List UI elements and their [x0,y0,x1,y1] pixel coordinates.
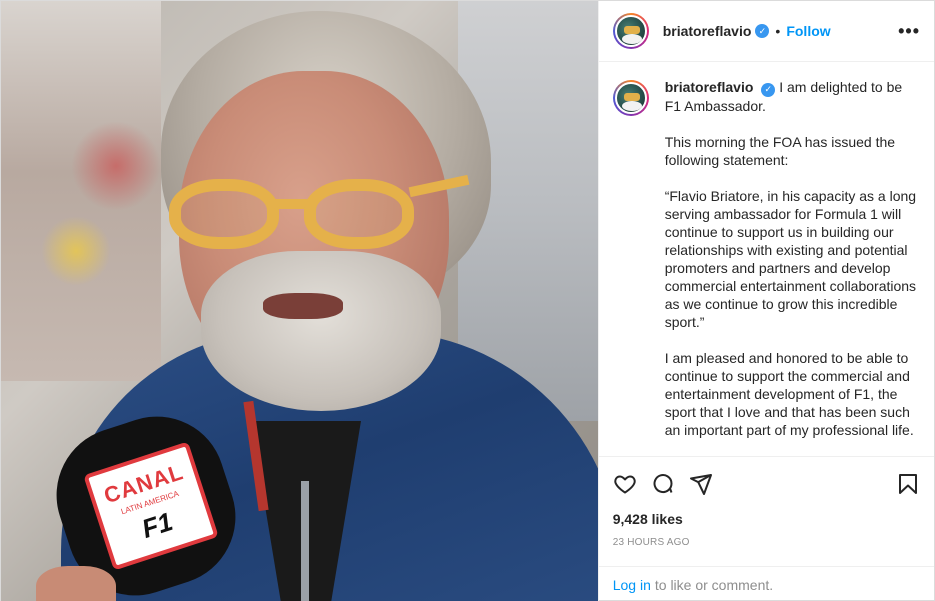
post-header: briatoreflavio ✓ • Follow ••• [598,1,934,62]
heart-icon[interactable] [613,472,637,496]
post-actions: 9,428 likes 23 HOURS AGO [598,456,934,548]
post-side-panel: briatoreflavio ✓ • Follow ••• briatorefl… [597,1,934,601]
login-prompt: Log in to like or comment. [598,566,934,601]
avatar-image [614,82,647,114]
header-avatar[interactable] [612,13,649,49]
photo-glasses [169,171,470,251]
caption-avatar[interactable] [612,80,649,116]
post-photo[interactable]: CANAL LATIN AMERICA F1 [1,1,598,601]
header-username[interactable]: briatoreflavio [663,23,752,39]
share-icon[interactable] [689,472,713,496]
avatar-image [614,15,647,47]
photo-mouth [263,293,343,319]
caption-text: briatoreflavio ✓ I am delighted to be F1… [665,78,920,439]
verified-badge-icon: ✓ [755,24,770,38]
photo-background-red-blur [71,121,161,211]
comment-icon[interactable] [651,472,675,496]
like-count[interactable]: 9,428 likes [613,511,920,527]
instagram-post: CANAL LATIN AMERICA F1 briatoreflavio ✓ … [0,0,935,601]
header-separator-dot: • [775,23,781,39]
follow-button[interactable]: Follow [786,23,830,39]
verified-badge-icon: ✓ [761,82,776,97]
post-timestamp[interactable]: 23 HOURS AGO [613,537,920,548]
photo-background-yellow-blur [41,216,111,286]
photo-beard [201,251,441,411]
action-bar [613,469,920,499]
caption-username[interactable]: briatoreflavio [665,79,754,95]
caption-comment: briatoreflavio ✓ I am delighted to be F1… [612,78,920,439]
login-prompt-text: to like or comment. [654,576,774,593]
login-link[interactable]: Log in [613,577,651,593]
glasses-left-lens [169,179,279,249]
photo-zipper [301,481,309,601]
caption-paragraph: I am pleased and honored to be able to c… [664,349,914,438]
comments-section: briatoreflavio ✓ I am delighted to be F1… [599,62,934,456]
photo-hand [36,566,116,601]
glasses-right-lens [304,179,414,249]
bookmark-icon[interactable] [896,472,920,496]
caption-paragraph: “Flavio Briatore, in his capacity as a l… [664,187,917,330]
more-options-icon[interactable]: ••• [898,21,920,42]
caption-paragraph: This morning the FOA has issued the foll… [664,133,896,168]
mic-f1-logo: F1 [138,506,177,544]
